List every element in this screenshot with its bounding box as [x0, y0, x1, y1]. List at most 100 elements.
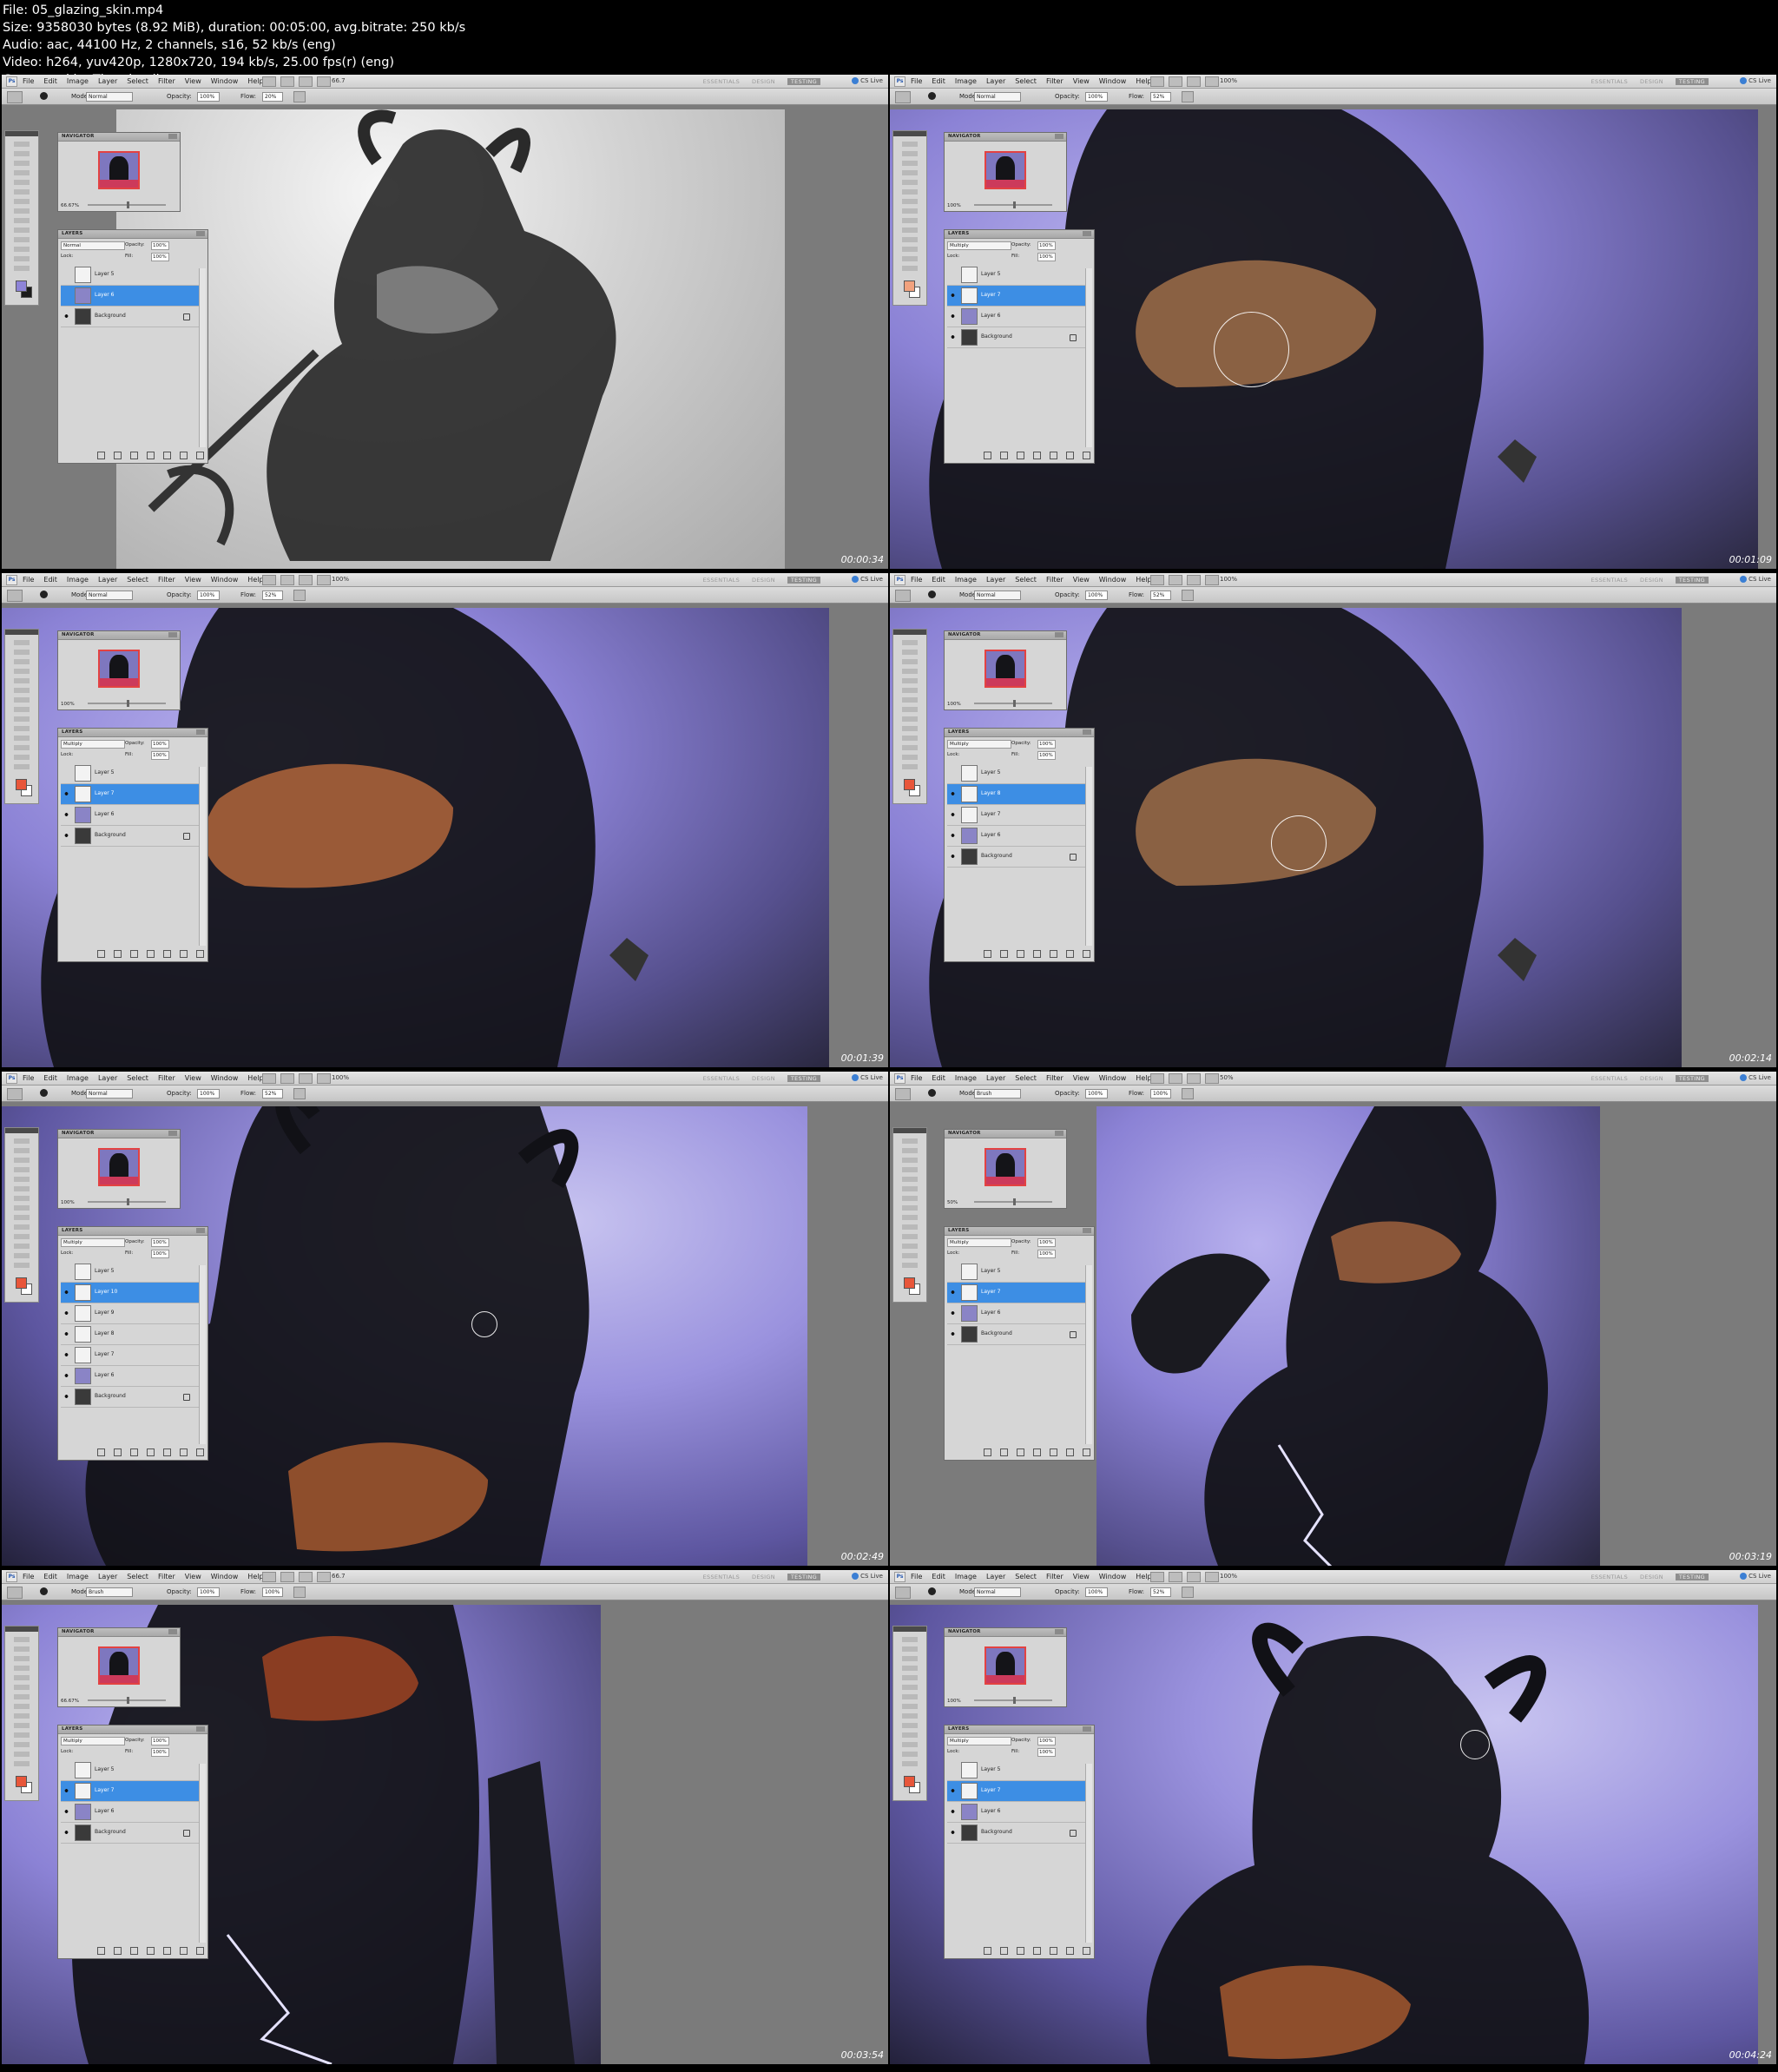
- airbrush-icon[interactable]: [1182, 1587, 1194, 1598]
- visibility-eye-icon[interactable]: [949, 313, 957, 320]
- navigator-zoom[interactable]: 100%: [947, 203, 961, 208]
- panel-menu-icon[interactable]: [168, 1629, 177, 1634]
- workspace-essentials[interactable]: ESSENTIALS: [1591, 577, 1628, 584]
- tool-icons[interactable]: [14, 640, 30, 770]
- link-layers-icon[interactable]: [984, 1448, 991, 1456]
- menu-filter[interactable]: Filter: [158, 576, 175, 584]
- visibility-eye-icon[interactable]: [63, 1787, 70, 1794]
- layer-row[interactable]: Layer 7: [947, 805, 1085, 826]
- navigator-zoom[interactable]: 100%: [947, 702, 961, 707]
- brush-size-icon[interactable]: [928, 1089, 936, 1097]
- mode-select[interactable]: Brush: [974, 1089, 1021, 1099]
- workspace-design[interactable]: DESIGN: [1640, 577, 1663, 584]
- menu-select[interactable]: Select: [1015, 1573, 1037, 1580]
- visibility-eye-icon[interactable]: [63, 313, 70, 320]
- zoom-level[interactable]: 66.7: [332, 77, 346, 84]
- menu-filter[interactable]: Filter: [158, 77, 175, 85]
- visibility-eye-icon[interactable]: [949, 853, 957, 860]
- panel-menu-icon[interactable]: [1083, 1228, 1091, 1233]
- fx-icon[interactable]: [1000, 452, 1008, 459]
- airbrush-icon[interactable]: [1182, 91, 1194, 102]
- new-group-icon[interactable]: [163, 1448, 171, 1456]
- opacity-field[interactable]: 100%: [1085, 1587, 1108, 1597]
- layer-row[interactable]: Background: [947, 1823, 1085, 1844]
- cs-live-button[interactable]: CS Live: [852, 1074, 883, 1081]
- layer-row[interactable]: Layer 7: [61, 784, 199, 805]
- menu-select[interactable]: Select: [127, 77, 148, 85]
- layer-row[interactable]: Layer 10: [61, 1283, 199, 1303]
- add-mask-icon[interactable]: [130, 1947, 138, 1955]
- tool-icons[interactable]: [902, 1138, 918, 1269]
- trash-icon[interactable]: [196, 950, 204, 958]
- layer-row[interactable]: Layer 6: [947, 307, 1085, 327]
- menu-help[interactable]: Help: [1136, 1573, 1151, 1580]
- zoom-level[interactable]: 100%: [332, 576, 349, 583]
- workspace-design[interactable]: DESIGN: [752, 1075, 775, 1082]
- bridge-icon[interactable]: [262, 1572, 276, 1582]
- menu-window[interactable]: Window: [211, 1573, 239, 1580]
- tool-icons[interactable]: [902, 142, 918, 272]
- menu-filter[interactable]: Filter: [158, 1573, 175, 1580]
- layers-scrollbar[interactable]: [1085, 1265, 1092, 1444]
- view-extras-icon[interactable]: [299, 1073, 313, 1084]
- menu-edit[interactable]: Edit: [932, 77, 945, 85]
- visibility-eye-icon[interactable]: [63, 1393, 70, 1400]
- link-layers-icon[interactable]: [97, 452, 105, 459]
- mini-bridge-icon[interactable]: [1169, 1073, 1182, 1084]
- menu-select[interactable]: Select: [127, 1573, 148, 1580]
- fx-icon[interactable]: [1000, 1448, 1008, 1456]
- layer-row[interactable]: Background: [947, 327, 1085, 348]
- navigator-zoom-slider[interactable]: [88, 201, 166, 208]
- menu-layer[interactable]: Layer: [986, 576, 1005, 584]
- layer-row[interactable]: Layer 6: [947, 1303, 1085, 1324]
- bridge-icon[interactable]: [1150, 575, 1164, 585]
- fx-icon[interactable]: [1000, 1947, 1008, 1955]
- foreground-color-swatch[interactable]: [16, 1776, 27, 1787]
- workspace-design[interactable]: DESIGN: [752, 1574, 775, 1580]
- link-layers-icon[interactable]: [97, 1947, 105, 1955]
- layer-row[interactable]: Background: [61, 1387, 199, 1408]
- menu-file[interactable]: File: [911, 1573, 922, 1580]
- panel-menu-icon[interactable]: [196, 1726, 205, 1732]
- menu-window[interactable]: Window: [1099, 1573, 1127, 1580]
- menu-image[interactable]: Image: [67, 576, 89, 584]
- zoom-level[interactable]: 100%: [332, 1074, 349, 1081]
- panel-menu-icon[interactable]: [1055, 1629, 1064, 1634]
- mini-bridge-icon[interactable]: [280, 76, 294, 87]
- arrange-documents-icon[interactable]: [317, 1572, 331, 1582]
- visibility-eye-icon[interactable]: [63, 769, 70, 776]
- layer-opacity-field[interactable]: 100%: [1037, 241, 1056, 250]
- navigator-thumbnail[interactable]: [984, 1646, 1026, 1685]
- brush-preset-picker-icon[interactable]: [7, 1088, 23, 1100]
- menu-select[interactable]: Select: [1015, 1074, 1037, 1082]
- workspace-testing[interactable]: TESTING: [787, 1075, 820, 1082]
- mode-select[interactable]: Normal: [974, 1587, 1021, 1597]
- layers-scrollbar[interactable]: [199, 268, 206, 447]
- menu-help[interactable]: Help: [247, 77, 263, 85]
- workspace-essentials[interactable]: ESSENTIALS: [703, 1574, 740, 1580]
- visibility-eye-icon[interactable]: [63, 1268, 70, 1275]
- cs-live-button[interactable]: CS Live: [1740, 576, 1771, 583]
- workspace-testing[interactable]: TESTING: [787, 78, 820, 85]
- menu-layer[interactable]: Layer: [98, 77, 117, 85]
- menu-file[interactable]: File: [911, 576, 922, 584]
- panel-menu-icon[interactable]: [1055, 632, 1064, 637]
- blend-mode-select[interactable]: Multiply: [947, 1737, 1011, 1745]
- zoom-level[interactable]: 100%: [1220, 576, 1237, 583]
- arrange-documents-icon[interactable]: [1205, 1572, 1219, 1582]
- layer-row[interactable]: Background: [947, 847, 1085, 868]
- visibility-eye-icon[interactable]: [63, 1766, 70, 1773]
- view-extras-icon[interactable]: [1187, 575, 1201, 585]
- menu-file[interactable]: File: [23, 576, 34, 584]
- workspace-essentials[interactable]: ESSENTIALS: [1591, 78, 1628, 85]
- navigator-zoom-slider[interactable]: [974, 1198, 1052, 1205]
- opacity-field[interactable]: 100%: [1085, 591, 1108, 600]
- brush-size-icon[interactable]: [928, 591, 936, 598]
- blend-mode-select[interactable]: Multiply: [947, 740, 1011, 749]
- bridge-icon[interactable]: [262, 76, 276, 87]
- layer-row[interactable]: Background: [61, 307, 199, 327]
- workspace-essentials[interactable]: ESSENTIALS: [703, 577, 740, 584]
- menu-help[interactable]: Help: [1136, 576, 1151, 584]
- menu-edit[interactable]: Edit: [43, 1573, 57, 1580]
- navigator-zoom-slider[interactable]: [88, 1697, 166, 1704]
